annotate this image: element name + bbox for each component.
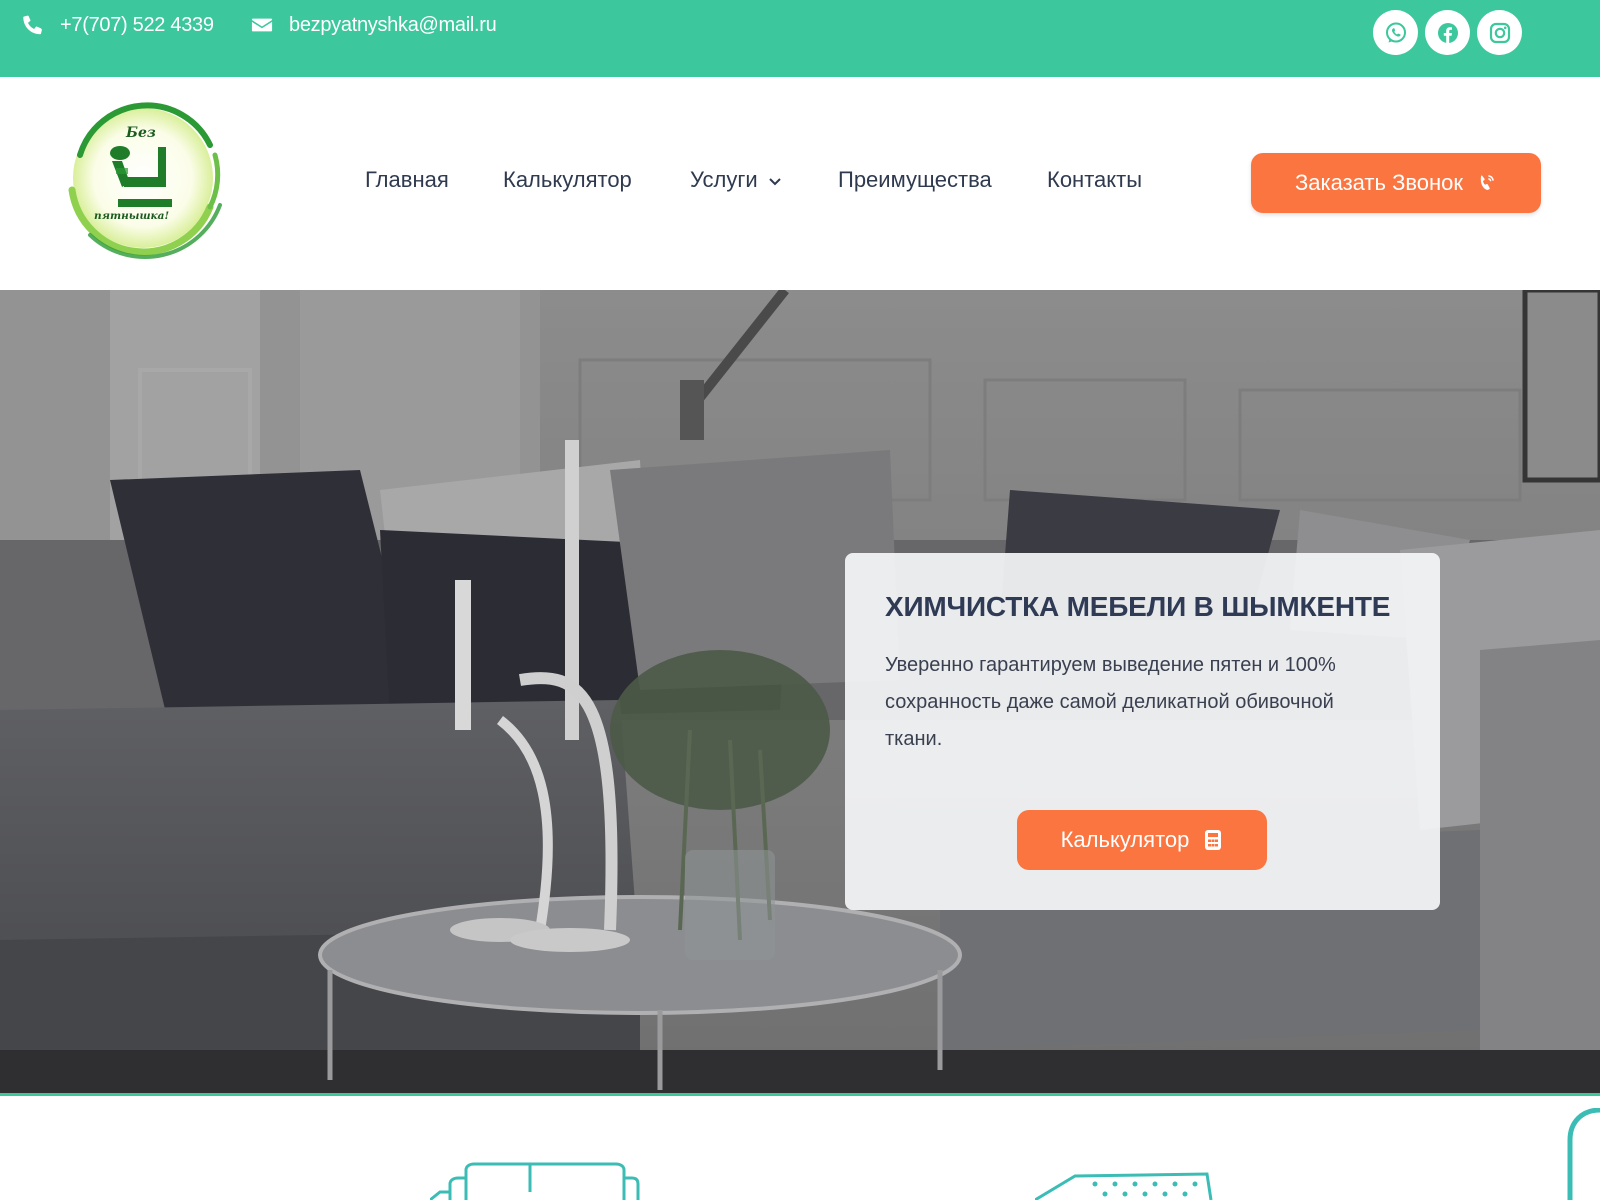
hero-description: Уверенно гарантируем выведение пятен и 1… [885, 654, 1336, 750]
hero-card: ХИМЧИСТКА МЕБЕЛИ В ШЫМКЕНТЕ Уверенно гар… [845, 553, 1440, 910]
logo-line2: пятнышка! [94, 210, 169, 222]
social-links [1373, 10, 1522, 55]
nav-item-contacts[interactable]: Контакты [1047, 167, 1142, 193]
nav-label: Главная [365, 167, 449, 192]
calculator-icon [1205, 830, 1222, 850]
hero-section: ХИМЧИСТКА МЕБЕЛИ В ШЫМКЕНТЕ Уверенно гар… [0, 290, 1600, 1093]
chevron-down-icon [768, 178, 781, 186]
contact-phone[interactable]: +7(707) 522 4339 [22, 14, 214, 36]
order-call-button[interactable]: Заказать Звонок [1251, 153, 1541, 213]
facebook-link[interactable] [1425, 10, 1470, 55]
contact-email[interactable]: bezpyatnyshka@mail.ru [251, 13, 497, 36]
nav-label: Калькулятор [503, 167, 632, 192]
envelope-icon [251, 18, 273, 32]
nav-item-calculator[interactable]: Калькулятор [503, 167, 632, 193]
phone-icon [23, 15, 42, 35]
top-bar: +7(707) 522 4339 bezpyatnyshka@mail.ru [0, 0, 1600, 77]
sofa-icon [430, 1162, 640, 1200]
order-call-label: Заказать Звонок [1294, 170, 1464, 195]
phone-volume-icon [1480, 175, 1494, 190]
nav-label: Преимущества [838, 167, 992, 192]
phone-text: +7(707) 522 4339 [60, 13, 214, 36]
nav-item-services[interactable]: Услуги [690, 167, 782, 193]
hero-title: ХИМЧИСТКА МЕБЕЛИ В ШЫМКЕНТЕ [885, 591, 1391, 622]
instagram-icon [1489, 22, 1510, 43]
calculator-button-label: Калькулятор [1060, 827, 1190, 852]
email-text: bezpyatnyshka@mail.ru [289, 13, 497, 36]
nav-item-advantages[interactable]: Преимущества [838, 167, 992, 193]
floating-chat-widget[interactable] [1560, 1108, 1600, 1200]
nav-label: Услуги [690, 167, 758, 192]
instagram-link[interactable] [1477, 10, 1522, 55]
nav-item-home[interactable]: Главная [365, 167, 449, 193]
mattress-icon [1035, 1172, 1213, 1200]
facebook-icon [1437, 22, 1458, 43]
nav-label: Контакты [1047, 167, 1143, 192]
logo-line1: Без [125, 125, 156, 141]
whatsapp-link[interactable] [1373, 10, 1418, 55]
calculator-button[interactable]: Калькулятор [1017, 810, 1267, 870]
site-header: Без пятнышка! Главная Калькулятор Услуги… [0, 77, 1600, 290]
features-section [0, 1096, 1600, 1200]
whatsapp-icon [1385, 22, 1406, 42]
